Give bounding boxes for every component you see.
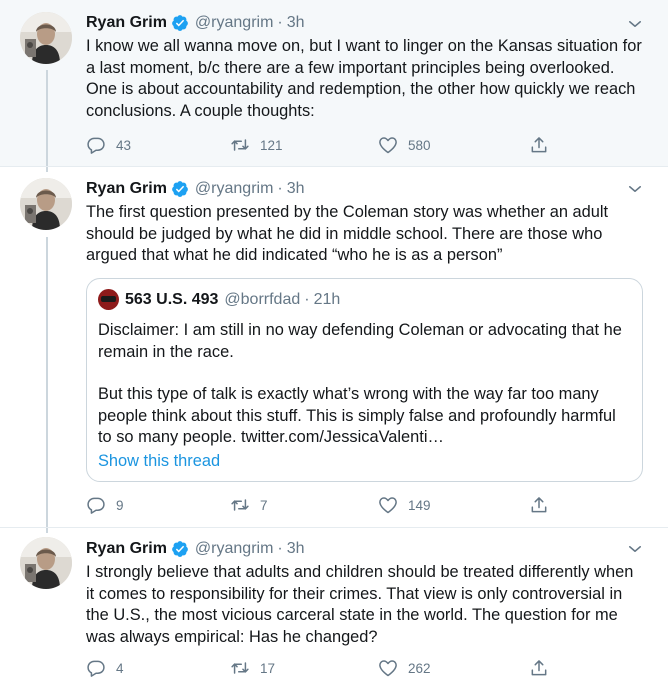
tweet-text: The first question presented by the Cole… (86, 202, 646, 267)
chevron-down-icon[interactable] (626, 540, 644, 558)
like-button[interactable]: 580 (378, 133, 431, 157)
quoted-author-name: 563 U.S. 493 (125, 290, 219, 308)
author-handle[interactable]: @ryangrim (195, 540, 273, 558)
quoted-text-line: remain in the race. (98, 342, 234, 361)
tweet-header: Ryan Grim @ryangrim · 3h (86, 538, 305, 560)
tweet-text-line: a last moment, b/c there are a few impor… (86, 58, 615, 77)
quoted-timestamp: 21h (313, 290, 341, 308)
share-button[interactable] (529, 493, 549, 517)
tweet-actions: 43 121 580 (86, 133, 566, 157)
quoted-tweet-text: But this type of talk is exactly what’s … (98, 384, 628, 449)
thread-line (46, 167, 48, 172)
author-name[interactable]: Ryan Grim (86, 14, 167, 32)
reply-button[interactable]: 4 (86, 656, 124, 680)
reply-icon (86, 658, 106, 678)
tweet-text-line: I know we all wanna move on, but I want … (86, 37, 642, 55)
like-count: 262 (408, 660, 431, 676)
retweet-button[interactable]: 17 (230, 656, 275, 680)
share-button[interactable] (529, 656, 549, 680)
tweet-text-line: it comes to responsibility for their cri… (86, 584, 623, 603)
retweet-icon (230, 495, 250, 515)
tweet-header: Ryan Grim @ryangrim · 3h (86, 178, 305, 200)
avatar[interactable] (20, 178, 72, 230)
tweet-text-line: The first question presented by the Cole… (86, 203, 609, 221)
retweet-icon (230, 135, 250, 155)
like-icon (378, 135, 398, 155)
share-icon (529, 135, 549, 155)
quoted-tweet[interactable]: 563 U.S. 493 @borrfdad · 21h Disclaimer:… (86, 278, 643, 482)
quoted-text-line: people think about this stuff. This is s… (98, 406, 616, 425)
reply-count: 9 (116, 497, 124, 513)
quoted-tweet-text: Disclaimer: I am still in no way defendi… (98, 320, 628, 363)
quoted-text-line: But this type of talk is exactly what’s … (98, 385, 599, 403)
author-handle[interactable]: @ryangrim (195, 14, 273, 32)
thread-line (46, 237, 48, 527)
show-thread-link[interactable]: Show this thread (98, 452, 220, 471)
chevron-down-icon[interactable] (626, 15, 644, 33)
reply-icon (86, 135, 106, 155)
quoted-text-line: Disclaimer: I am still in no way defendi… (98, 321, 622, 339)
share-icon (529, 495, 549, 515)
tweet[interactable]: Ryan Grim @ryangrim · 3h I know we all w… (0, 0, 668, 166)
author-name[interactable]: Ryan Grim (86, 540, 167, 558)
tweet-text-line: I strongly believe that adults and child… (86, 563, 634, 581)
tweet[interactable]: Ryan Grim @ryangrim · 3h I strongly beli… (0, 528, 668, 680)
like-icon (378, 495, 398, 515)
verified-badge-icon (171, 14, 189, 32)
thread-line (46, 528, 48, 533)
thread-line (46, 70, 48, 166)
timestamp[interactable]: 3h (287, 14, 305, 32)
tweet-header: Ryan Grim @ryangrim · 3h (86, 12, 305, 34)
retweet-button[interactable]: 7 (230, 493, 268, 517)
reply-count: 43 (116, 137, 132, 153)
timestamp[interactable]: 3h (287, 540, 305, 558)
quoted-tweet-header: 563 U.S. 493 @borrfdad · 21h (98, 289, 340, 310)
like-button[interactable]: 149 (378, 493, 431, 517)
avatar[interactable] (20, 12, 72, 64)
tweet-text-line: was always empirical: Has he changed? (86, 627, 378, 646)
quoted-text-line: to so many people. twitter.com/JessicaVa… (98, 428, 444, 446)
tweet-text-line: conclusions. A couple thoughts: (86, 101, 315, 120)
retweet-button[interactable]: 121 (230, 133, 283, 157)
quoted-avatar (98, 289, 119, 310)
retweet-count: 7 (260, 497, 268, 513)
tweet-actions: 4 17 262 (86, 656, 566, 680)
like-count: 580 (408, 137, 431, 153)
tweet-actions: 9 7 149 (86, 493, 566, 517)
avatar[interactable] (20, 537, 72, 589)
tweet-text-line: should be judged by what he did in middl… (86, 224, 603, 243)
verified-badge-icon (171, 540, 189, 558)
reply-button[interactable]: 43 (86, 133, 131, 157)
timestamp[interactable]: 3h (287, 180, 305, 198)
separator-dot: · (277, 540, 283, 557)
chevron-down-icon[interactable] (626, 180, 644, 198)
tweet-text-line: One is about accountability and redempti… (86, 80, 636, 98)
tweet-text-line: the U.S., the most vicious carceral stat… (86, 606, 618, 624)
author-name[interactable]: Ryan Grim (86, 180, 167, 198)
retweet-count: 17 (260, 660, 276, 676)
reply-button[interactable]: 9 (86, 493, 124, 517)
like-icon (378, 658, 398, 678)
separator-dot: · (277, 180, 283, 197)
tweet-text: I know we all wanna move on, but I want … (86, 36, 646, 122)
separator-dot: · (277, 14, 283, 31)
retweet-icon (230, 658, 250, 678)
like-button[interactable]: 262 (378, 656, 431, 680)
verified-badge-icon (171, 180, 189, 198)
separator-dot: · (304, 290, 310, 308)
tweet[interactable]: Ryan Grim @ryangrim · 3h The first quest… (0, 167, 668, 527)
like-count: 149 (408, 497, 431, 513)
reply-count: 4 (116, 660, 124, 676)
quoted-author-handle: @borrfdad (224, 290, 301, 308)
author-handle[interactable]: @ryangrim (195, 180, 273, 198)
reply-icon (86, 495, 106, 515)
share-button[interactable] (529, 133, 549, 157)
retweet-count: 121 (260, 137, 283, 153)
share-icon (529, 658, 549, 678)
tweet-text: I strongly believe that adults and child… (86, 562, 646, 648)
tweet-text-line: argued that what he did indicated “who h… (86, 246, 503, 264)
